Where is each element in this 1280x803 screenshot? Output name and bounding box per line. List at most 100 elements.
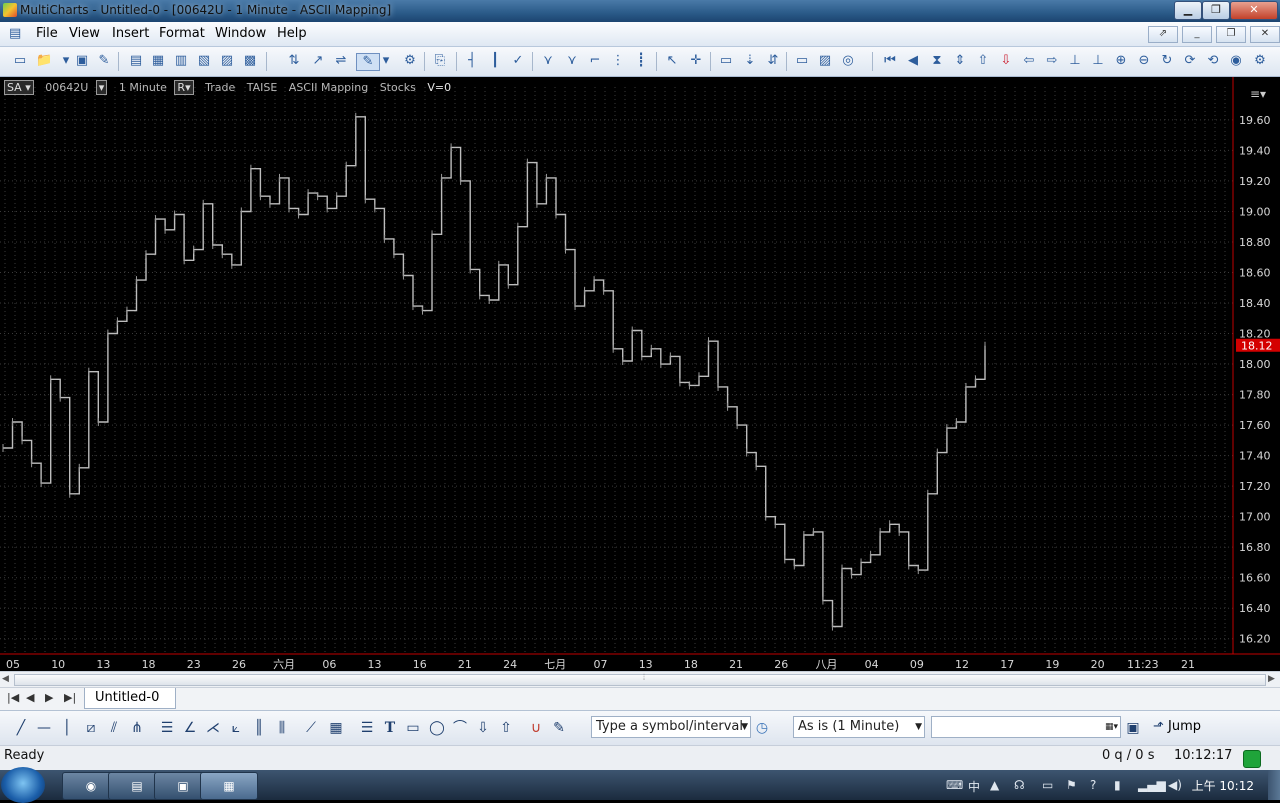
tray-network-icon[interactable]: ▂▄▆ — [1138, 778, 1166, 792]
tray-monitor-icon[interactable]: ▭ — [1042, 778, 1053, 792]
mdi-minimize-button[interactable]: _ — [1182, 26, 1212, 43]
new-workspace-icon[interactable]: ▭ — [12, 53, 28, 69]
candlestick-icon[interactable]: ┃ — [487, 53, 503, 69]
menu-window[interactable]: Window — [215, 26, 266, 41]
detach-window-button[interactable]: ⇗ — [1148, 26, 1178, 43]
document-icon[interactable]: ▤ — [9, 26, 25, 42]
andrews-pitchfork-icon[interactable]: ⋔ — [128, 719, 146, 737]
zoom-in-icon[interactable]: ⊕ — [1113, 53, 1129, 69]
refresh-icon[interactable]: ⟳ — [1182, 53, 1198, 69]
connection-status-icon[interactable] — [1243, 750, 1261, 768]
resolution-select[interactable]: As is (1 Minute) ▼ — [793, 716, 925, 738]
kase-bars-icon[interactable]: ┋ — [633, 53, 649, 69]
tray-help-icon[interactable]: ? — [1090, 778, 1096, 792]
gann-fan-icon[interactable]: ⟀ — [227, 719, 245, 737]
ray-icon[interactable]: ⟋ — [302, 719, 320, 737]
show-desktop-button[interactable] — [1268, 770, 1280, 800]
close-button[interactable]: ✕ — [1230, 1, 1278, 20]
fibonacci-extension-icon[interactable]: ⋌ — [204, 719, 222, 737]
range-selector[interactable]: R▾ — [174, 80, 194, 95]
tab-first-icon[interactable]: |◀ — [7, 691, 19, 704]
save-icon[interactable]: ▣ — [74, 53, 90, 69]
new-chart-icon[interactable]: ▤ — [128, 53, 144, 69]
new-report-icon[interactable]: ▩ — [242, 53, 258, 69]
edit-icon[interactable]: ✎ — [96, 53, 112, 69]
tab-previous-icon[interactable]: ◀ — [26, 691, 34, 704]
insert-study-icon[interactable]: ⇅ — [286, 53, 302, 69]
menu-format[interactable]: Format — [159, 26, 205, 41]
text-list-icon[interactable]: ☰ — [358, 719, 376, 737]
dropdown-arrow-icon[interactable]: ▾ — [58, 53, 74, 69]
trendline-icon[interactable]: ╱ — [12, 719, 30, 737]
alert-icon[interactable]: ◎ — [840, 53, 856, 69]
settings-icon[interactable]: ⚙ — [1252, 53, 1268, 69]
chart-menu-icon[interactable]: ≡▾ — [1250, 87, 1266, 101]
sync-icon[interactable]: ⟲ — [1205, 53, 1221, 69]
chart-scrollbar[interactable]: ◀ ⦙ ▶ — [0, 671, 1280, 688]
menu-help[interactable]: Help — [277, 26, 307, 41]
tray-app-icon[interactable]: ☊ — [1014, 778, 1025, 792]
arrow-right-icon[interactable]: ⇨ — [1044, 53, 1060, 69]
new-dom-icon[interactable]: ▥ — [173, 53, 189, 69]
date-jump-input[interactable]: ▦▾ — [931, 716, 1121, 738]
fibonacci-fan-icon[interactable]: ∠ — [181, 719, 199, 737]
strategy-icon[interactable]: ⇌ — [333, 53, 349, 69]
tray-language-icon[interactable]: 中 — [968, 778, 980, 795]
jump-button[interactable]: ⬏ Jump — [1153, 717, 1201, 737]
line-break-icon[interactable]: ⋮ — [610, 53, 626, 69]
arrow-down-marker-icon[interactable]: ⇩ — [474, 719, 492, 737]
mdi-close-button[interactable]: ✕ — [1250, 26, 1280, 43]
new-scanner-icon[interactable]: ▦ — [150, 53, 166, 69]
symbol-lookup-icon[interactable]: ◷ — [753, 719, 771, 737]
restore-button[interactable]: ❐ — [1202, 1, 1230, 20]
tray-keyboard-icon[interactable]: ⌨ — [946, 778, 963, 792]
anchor-right-icon[interactable]: ⊥ — [1090, 53, 1106, 69]
tray-expand-icon[interactable]: ▲ — [990, 778, 999, 792]
start-button[interactable] — [1, 767, 45, 803]
price-chart[interactable]: 19.60 19.40 19.20 19.00 18.80 18.60 18.40 18.20… — [0, 77, 1280, 675]
data-window-icon[interactable]: ▭ — [718, 53, 734, 69]
magnet-icon[interactable]: ∪ — [527, 719, 545, 737]
scrollbar-thumb[interactable] — [14, 674, 1266, 686]
drawing-mode-dropdown-icon[interactable]: ▾ — [378, 53, 394, 69]
tab-last-icon[interactable]: ▶| — [64, 691, 76, 704]
arc-icon[interactable]: ⌒ — [451, 719, 469, 737]
screenshot-icon[interactable]: ⎘ — [432, 53, 448, 69]
open-folder-icon[interactable]: 📁 — [36, 53, 52, 69]
new-trade-bar-icon[interactable]: ▧ — [196, 53, 212, 69]
text-tool-icon[interactable]: T — [381, 719, 399, 737]
hourglass-icon[interactable]: ⧗ — [929, 53, 945, 69]
window-icon[interactable]: ▭ — [794, 53, 810, 69]
menu-insert[interactable]: Insert — [112, 26, 149, 41]
view-icon[interactable]: ◉ — [1228, 53, 1244, 69]
tab-untitled-0[interactable]: Untitled-0 — [84, 688, 177, 709]
pointer-icon[interactable]: ↖ — [664, 53, 680, 69]
image-icon[interactable]: ▨ — [817, 53, 833, 69]
tab-next-icon[interactable]: ▶ — [45, 691, 53, 704]
channel-icon[interactable]: ⧄ — [82, 719, 100, 737]
tray-volume-icon[interactable]: ◀) — [1168, 778, 1182, 792]
mdi-restore-button[interactable]: ❐ — [1216, 26, 1246, 43]
menu-file[interactable]: File — [36, 26, 58, 41]
minimize-button[interactable]: ▁ — [1174, 1, 1202, 20]
eraser-icon[interactable]: ✎ — [550, 719, 568, 737]
calculator-icon[interactable]: ▣ — [1124, 719, 1142, 737]
symbol-input[interactable]: Type a symbol/interval ▼ — [591, 716, 751, 738]
scroll-left-icon[interactable]: ◀ — [905, 53, 921, 69]
tray-power-icon[interactable]: ▮ — [1114, 778, 1121, 792]
arrow-up-marker-icon[interactable]: ⇧ — [497, 719, 515, 737]
fibonacci-retracement-icon[interactable]: ☰ — [158, 719, 176, 737]
kagi-icon[interactable]: ⋎ — [564, 53, 580, 69]
new-portfolio-icon[interactable]: ▨ — [219, 53, 235, 69]
app-icon[interactable] — [3, 3, 17, 17]
order-entry-icon[interactable]: ⇣ — [742, 53, 758, 69]
time-zones-icon[interactable]: ⫼ — [273, 719, 291, 737]
parallel-lines-icon[interactable]: ⫽ — [105, 719, 123, 737]
rotate-icon[interactable]: ↻ — [1159, 53, 1175, 69]
arrow-down-icon[interactable]: ⇩ — [998, 53, 1014, 69]
scroll-left-arrow-icon[interactable]: ◀ — [2, 674, 9, 684]
scroll-right-arrow-icon[interactable]: ▶ — [1268, 674, 1275, 684]
horizontal-line-icon[interactable]: — — [35, 719, 53, 737]
rectangle-icon[interactable]: ▭ — [404, 719, 422, 737]
time-cycles-icon[interactable]: ║ — [250, 719, 268, 737]
